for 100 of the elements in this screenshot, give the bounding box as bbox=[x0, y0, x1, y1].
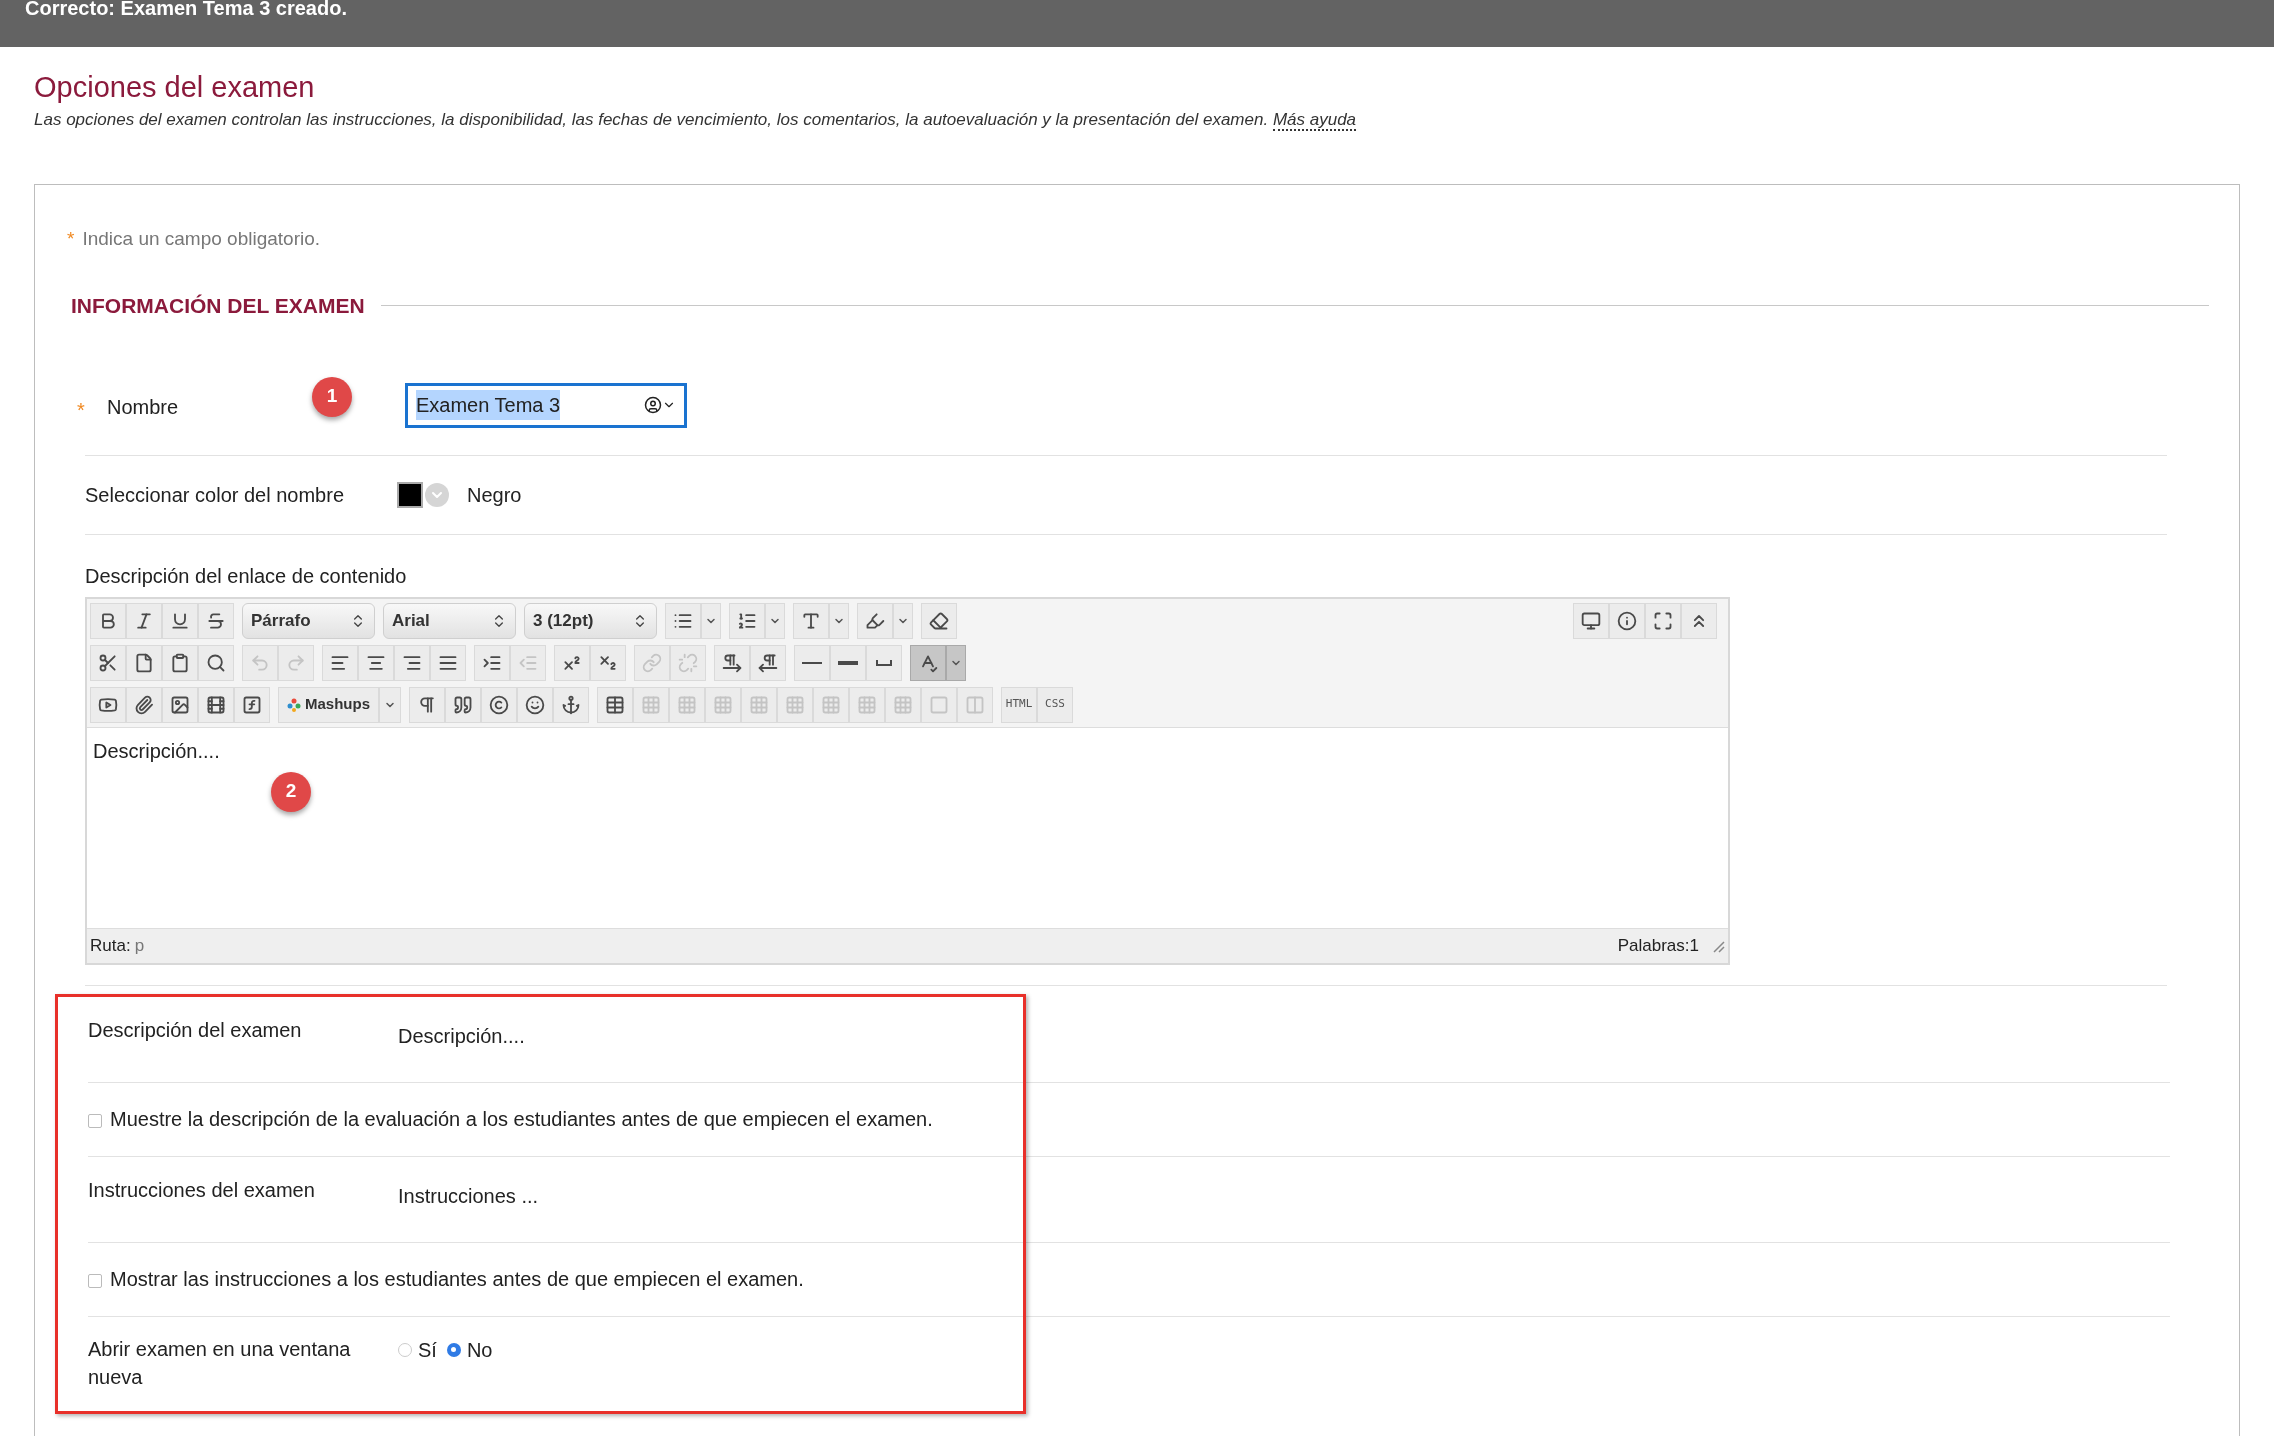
toolbar-button[interactable] bbox=[90, 686, 126, 723]
pilcrow-icon bbox=[417, 694, 437, 715]
dropdown[interactable]: Arial bbox=[383, 602, 516, 639]
copyright-icon bbox=[489, 694, 509, 715]
field-label: Abrir examen en una ventana nueva bbox=[88, 1336, 352, 1390]
document-icon bbox=[134, 652, 154, 673]
help-link[interactable]: Más ayuda bbox=[1272, 110, 1357, 131]
table-grid-icon bbox=[749, 694, 769, 715]
toolbar-button[interactable] bbox=[590, 644, 626, 681]
columns-icon bbox=[965, 694, 985, 715]
toolbar-button[interactable] bbox=[729, 602, 765, 639]
radio-button[interactable] bbox=[446, 1342, 461, 1357]
toolbar-button[interactable] bbox=[714, 644, 750, 681]
toolbar-button[interactable] bbox=[793, 602, 829, 639]
field-value: Instrucciones ... bbox=[398, 1183, 539, 1209]
space-icon bbox=[876, 659, 892, 666]
numbered-list-icon bbox=[737, 610, 757, 631]
checkbox[interactable] bbox=[88, 1114, 102, 1128]
checkbox-label: Mostrar las instrucciones a los estudiantes antes de que empiecen el examen. bbox=[110, 1267, 804, 1292]
required-asterisk: * bbox=[77, 397, 86, 423]
quote-icon bbox=[453, 694, 473, 715]
link-icon bbox=[642, 652, 662, 673]
image-icon bbox=[170, 694, 190, 715]
toolbar-button[interactable] bbox=[90, 602, 126, 639]
checkbox[interactable] bbox=[88, 1274, 102, 1288]
section-heading: INFORMACIÓN DEL EXAMEN bbox=[71, 293, 365, 319]
toolbar-button[interactable] bbox=[474, 644, 510, 681]
toolbar-button[interactable] bbox=[162, 602, 198, 639]
mashups-button[interactable]: Mashups bbox=[278, 686, 379, 723]
toolbar-button[interactable] bbox=[358, 644, 394, 681]
dropdown[interactable]: Párrafo bbox=[242, 602, 375, 639]
toolbar-button[interactable] bbox=[481, 686, 517, 723]
field-label: Nombre bbox=[107, 394, 180, 420]
toolbar-button[interactable] bbox=[198, 686, 234, 723]
toolbar-button[interactable] bbox=[857, 602, 893, 639]
scissors-icon bbox=[98, 652, 118, 673]
toolbar-button[interactable] bbox=[234, 686, 270, 723]
toolbar-button[interactable] bbox=[126, 644, 162, 681]
toolbar-button[interactable] bbox=[198, 602, 234, 639]
table-grid-icon bbox=[893, 694, 913, 715]
monitor-icon bbox=[1581, 610, 1601, 631]
toolbar-button[interactable]: CSS bbox=[1037, 686, 1073, 723]
radio-label: Sí bbox=[418, 1337, 437, 1363]
toolbar-button[interactable] bbox=[162, 686, 198, 723]
toolbar-button[interactable] bbox=[794, 644, 830, 681]
toolbar-button[interactable] bbox=[409, 686, 445, 723]
radio-button[interactable] bbox=[398, 1342, 412, 1357]
checkbox-label: Muestre la descripción de la evaluación a los estudiantes antes de que empiecen el examen. bbox=[110, 1107, 933, 1132]
toolbar-button[interactable] bbox=[597, 686, 633, 723]
toolbar-button[interactable] bbox=[162, 644, 198, 681]
toolbar-button[interactable] bbox=[126, 686, 162, 723]
horizontal-line-icon bbox=[802, 661, 822, 664]
toolbar-button[interactable] bbox=[910, 644, 946, 681]
toolbar-button[interactable] bbox=[866, 644, 902, 681]
toolbar-button[interactable] bbox=[553, 686, 589, 723]
toolbar-button[interactable] bbox=[322, 644, 358, 681]
toolbar-button[interactable] bbox=[665, 602, 701, 639]
field-label: Instrucciones del examen bbox=[88, 1177, 316, 1203]
toolbar-button[interactable] bbox=[126, 602, 162, 639]
toolbar-button[interactable] bbox=[1573, 602, 1609, 639]
strikethrough-icon bbox=[206, 610, 226, 631]
toolbar-button[interactable]: HTML bbox=[1001, 686, 1037, 723]
input-value: Examen Tema 3 bbox=[416, 390, 561, 420]
toolbar-button[interactable] bbox=[830, 644, 866, 681]
toolbar-button[interactable] bbox=[554, 644, 590, 681]
user-circle-icon bbox=[644, 396, 662, 414]
field-label: Seleccionar color del nombre bbox=[85, 482, 346, 508]
toolbar-button[interactable] bbox=[198, 644, 234, 681]
annotation-badge: 2 bbox=[271, 771, 311, 812]
field-label: Descripción del enlace de contenido bbox=[85, 564, 407, 587]
toolbar-button[interactable] bbox=[1645, 602, 1681, 639]
name-input[interactable]: Examen Tema 3 bbox=[405, 382, 687, 428]
eraser-icon bbox=[929, 610, 949, 631]
paperclip-icon bbox=[134, 694, 154, 715]
dropdown[interactable]: 3 (12pt) bbox=[524, 602, 657, 639]
toolbar-button[interactable] bbox=[90, 644, 126, 681]
table-grid-icon bbox=[821, 694, 841, 715]
color-name: Negro bbox=[467, 482, 522, 508]
toolbar-button[interactable] bbox=[517, 686, 553, 723]
function-icon bbox=[242, 694, 262, 715]
toolbar-button[interactable] bbox=[921, 602, 957, 639]
toolbar-button[interactable] bbox=[430, 644, 466, 681]
page-description: Las opciones del examen controlan las instrucciones, la disponibilidad, las fechas de vencimiento, los comentarios, la autoevaluación y la presentación del examen. Más ayuda bbox=[34, 109, 1358, 133]
toolbar-button[interactable] bbox=[750, 644, 786, 681]
table-grid-icon bbox=[785, 694, 805, 715]
toolbar-button[interactable] bbox=[1681, 602, 1717, 639]
table-grid-icon bbox=[641, 694, 661, 715]
film-icon bbox=[206, 694, 226, 715]
anchor-icon bbox=[561, 694, 581, 715]
radio-label: No bbox=[466, 1337, 493, 1363]
field-label: Descripción del examen bbox=[88, 1017, 303, 1043]
color-swatch[interactable] bbox=[397, 481, 423, 508]
toolbar-button[interactable] bbox=[1609, 602, 1645, 639]
table-grid-icon bbox=[857, 694, 877, 715]
table-icon bbox=[605, 694, 625, 715]
toolbar-button[interactable] bbox=[394, 644, 430, 681]
search-icon bbox=[206, 652, 226, 673]
mashups-dots-icon bbox=[287, 697, 301, 712]
page-title: Opciones del examen bbox=[34, 70, 316, 105]
toolbar-button[interactable] bbox=[445, 686, 481, 723]
